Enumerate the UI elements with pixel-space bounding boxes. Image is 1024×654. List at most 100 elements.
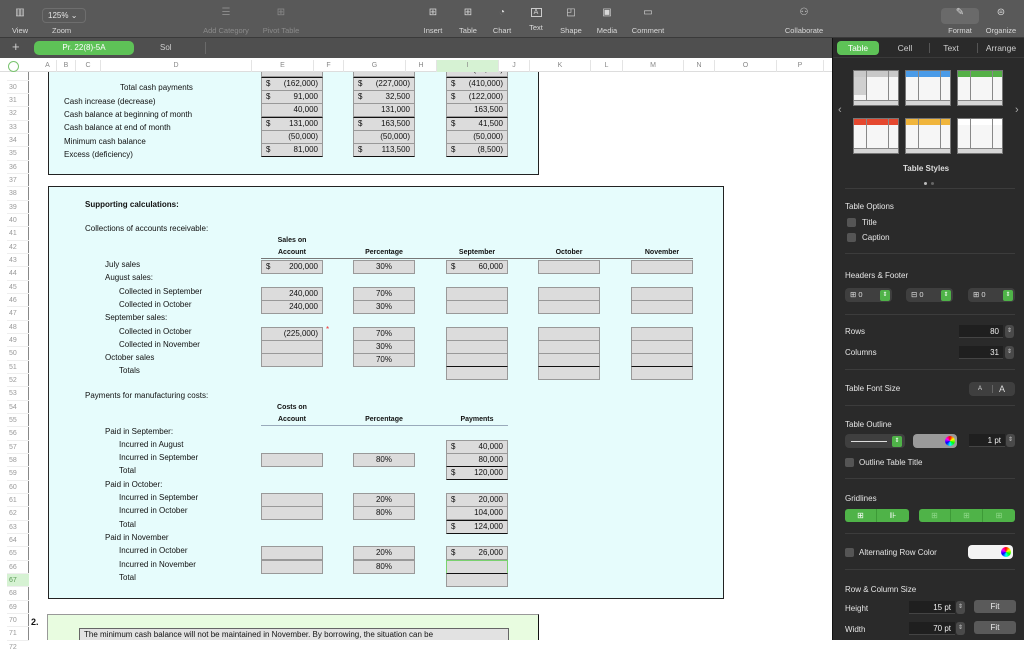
- rows-field[interactable]: 80: [959, 325, 1003, 338]
- pay-oct-oct-cell[interactable]: 104,000: [446, 506, 508, 520]
- increase-font-button[interactable]: A: [999, 382, 1005, 396]
- alternating-row-checkbox[interactable]: [845, 548, 854, 557]
- pay-sep-total-cell[interactable]: $120,000: [446, 466, 508, 480]
- row-header-61[interactable]: 61: [7, 493, 29, 506]
- media-button[interactable]: ▣ Media: [594, 6, 620, 35]
- stepper-arrows-icon[interactable]: ⇕: [880, 289, 890, 301]
- aug-sep-pct-cell[interactable]: 70%: [353, 287, 415, 301]
- columns-stepper[interactable]: ⇕: [1005, 346, 1014, 359]
- row-header-30[interactable]: 30: [7, 80, 29, 93]
- pay-sep-cost-cell[interactable]: [261, 453, 323, 467]
- july-oct-cell[interactable]: [538, 260, 600, 274]
- row-header-65[interactable]: 65: [7, 546, 29, 559]
- aug-oct-month-cell-1[interactable]: [538, 300, 600, 314]
- chart-button[interactable]: ◔ Chart: [490, 6, 514, 35]
- add-sheet-button[interactable]: +: [12, 39, 20, 54]
- header-column-gridlines-button[interactable]: ⊞: [951, 509, 983, 522]
- outline-width-stepper[interactable]: ⇕: [1006, 434, 1015, 447]
- cell-e-row-36[interactable]: $81,000: [261, 143, 323, 157]
- pay-oct-cost-1-cell[interactable]: [261, 493, 323, 507]
- pay-nov-cost-1-cell[interactable]: [261, 546, 323, 560]
- row-header-69[interactable]: 69: [7, 600, 29, 613]
- sep-nov-month-cell-2[interactable]: [631, 340, 693, 354]
- row-header-35[interactable]: 35: [7, 146, 29, 159]
- row-header-47[interactable]: 47: [7, 306, 29, 319]
- row-header-52[interactable]: 52: [7, 373, 29, 386]
- page-dots[interactable]: [922, 178, 936, 187]
- comment-button[interactable]: ▭ Comment: [629, 6, 667, 35]
- width-fit-button[interactable]: Fit: [974, 621, 1016, 634]
- row-header-70[interactable]: 70: [7, 613, 29, 626]
- row-header-45[interactable]: 45: [7, 280, 29, 293]
- width-stepper[interactable]: ⇕: [956, 622, 965, 635]
- insert-button[interactable]: ⊞ Insert: [419, 6, 447, 35]
- horizontal-gridlines-button[interactable]: ⊞: [845, 509, 877, 522]
- add-category-button[interactable]: ☰ Add Category: [198, 6, 254, 35]
- aug-oct-pct-cell[interactable]: 30%: [353, 300, 415, 314]
- july-sep-cell[interactable]: $60,000: [446, 260, 508, 274]
- aug-oct-sales-cell[interactable]: 240,000: [261, 300, 323, 314]
- row-header-40[interactable]: 40: [7, 213, 29, 226]
- part-2-answer-cell[interactable]: The minimum cash balance will not be mai…: [79, 628, 509, 640]
- aug-sep-month-cell-0[interactable]: [446, 287, 508, 301]
- collaborate-button[interactable]: ⚇ Collaborate: [780, 6, 828, 35]
- sep-oct-sales-cell[interactable]: (225,000): [261, 327, 323, 341]
- column-header-i[interactable]: I: [437, 60, 499, 72]
- cell-g-row-34[interactable]: $163,500: [353, 117, 415, 131]
- tab-cell[interactable]: Cell: [891, 41, 919, 55]
- cell-i-row-35[interactable]: (50,000): [446, 130, 508, 144]
- height-stepper[interactable]: ⇕: [956, 601, 965, 614]
- view-button[interactable]: ▥ View: [8, 6, 32, 35]
- sep-oct-month-cell-2[interactable]: [631, 327, 693, 341]
- pay-nov-oct-cell[interactable]: $26,000: [446, 546, 508, 560]
- outline-width-field[interactable]: 1 pt: [969, 434, 1005, 447]
- pay-sep-pct-cell[interactable]: 80%: [353, 453, 415, 467]
- pay-oct-cost-2-cell[interactable]: [261, 506, 323, 520]
- row-header-50[interactable]: 50: [7, 346, 29, 359]
- oct-pct-cell[interactable]: 70%: [353, 353, 415, 367]
- oct-month-cell-1[interactable]: [538, 353, 600, 367]
- row-header-55[interactable]: 55: [7, 413, 29, 426]
- sep-nov-sales-cell[interactable]: [261, 340, 323, 354]
- pay-oct-total-cell[interactable]: $124,000: [446, 520, 508, 534]
- totals-month-cell-2[interactable]: [631, 366, 693, 380]
- cell-i-row-32[interactable]: $ (122,000): [446, 90, 508, 104]
- cell-g-row-31[interactable]: $ (227,000): [353, 77, 415, 91]
- cell-g-row-33[interactable]: 131,000: [353, 103, 415, 117]
- pay-sep-sep-cell[interactable]: 80,000: [446, 453, 508, 467]
- text-button[interactable]: A Text: [526, 6, 546, 32]
- pay-nov-cost-2-cell[interactable]: [261, 560, 323, 574]
- sep-nov-month-cell-0[interactable]: [446, 340, 508, 354]
- column-header-o[interactable]: O: [715, 60, 777, 72]
- height-fit-button[interactable]: Fit: [974, 600, 1016, 613]
- sheet-tab-sol[interactable]: Sol: [160, 41, 172, 55]
- column-header-b[interactable]: B: [57, 60, 76, 72]
- spreadsheet-canvas[interactable]: Dividends Total cash payments Cash incre…: [29, 60, 832, 640]
- cell-e-row-33[interactable]: 40,000: [261, 103, 323, 117]
- sep-oct-month-cell-1[interactable]: [538, 327, 600, 341]
- row-header-32[interactable]: 32: [7, 106, 29, 119]
- footer-gridlines-button[interactable]: ⊞: [983, 509, 1015, 522]
- row-header-51[interactable]: 51: [7, 360, 29, 373]
- row-header-42[interactable]: 42: [7, 240, 29, 253]
- column-header-j[interactable]: J: [499, 60, 530, 72]
- pay-nov-oct-pct-cell[interactable]: 20%: [353, 546, 415, 560]
- cell-g-row-35[interactable]: (50,000): [353, 130, 415, 144]
- column-header-d[interactable]: D: [101, 60, 252, 72]
- stepper-arrows-icon[interactable]: ⇕: [1003, 289, 1013, 301]
- vertical-gridlines-button[interactable]: ⊪: [877, 509, 909, 522]
- rows-stepper[interactable]: ⇕: [1005, 325, 1014, 338]
- title-checkbox[interactable]: [847, 218, 856, 227]
- row-header-56[interactable]: 56: [7, 426, 29, 439]
- organize-button[interactable]: ⊜ Organize: [984, 6, 1018, 35]
- cell-e-row-32[interactable]: $91,000: [261, 90, 323, 104]
- outline-style-dropdown[interactable]: ⇕: [845, 434, 905, 448]
- cell-e-row-34[interactable]: $131,000: [261, 117, 323, 131]
- july-pct-cell[interactable]: 30%: [353, 260, 415, 274]
- row-header-64[interactable]: 64: [7, 533, 29, 546]
- select-all-button[interactable]: [8, 61, 19, 72]
- row-header-58[interactable]: 58: [7, 453, 29, 466]
- row-header-37[interactable]: 37: [7, 173, 29, 186]
- sep-nov-pct-cell[interactable]: 30%: [353, 340, 415, 354]
- pay-nov-nov-pct-cell[interactable]: 80%: [353, 560, 415, 574]
